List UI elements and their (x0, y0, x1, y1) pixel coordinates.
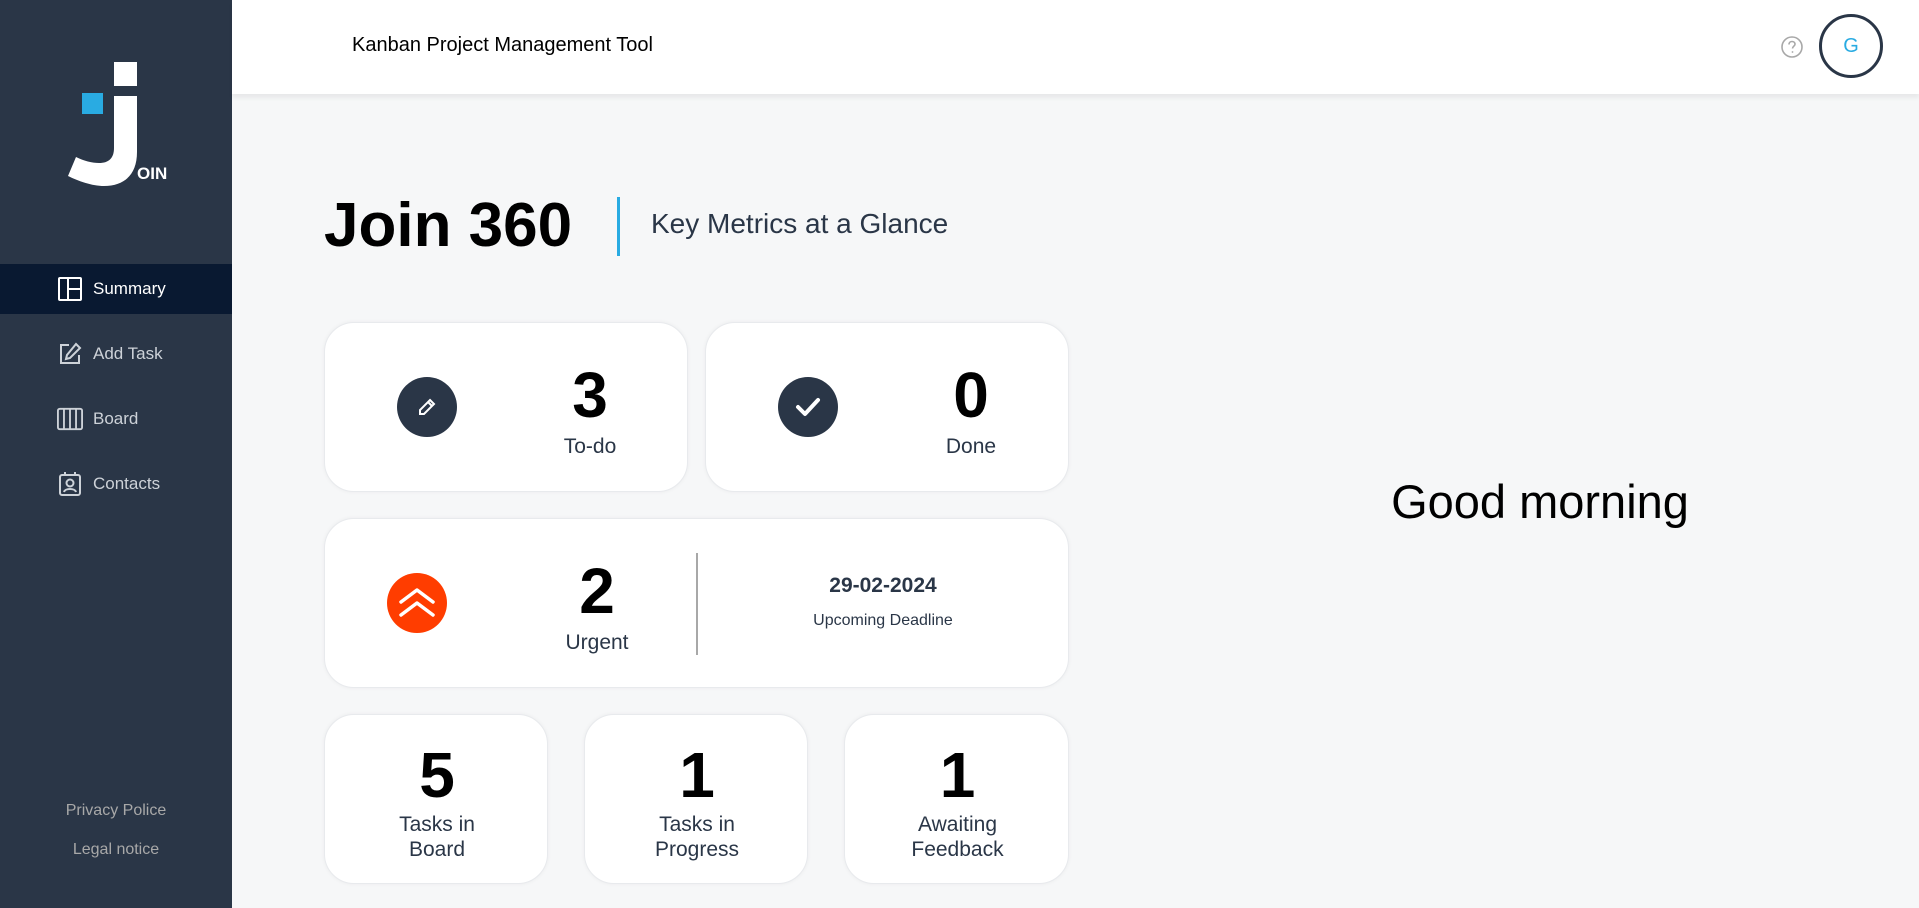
deadline-date: 29-02-2024 (829, 574, 937, 597)
done-label: Done (945, 435, 997, 458)
page-subtitle: Key Metrics at a Glance (651, 208, 949, 239)
urgent-count: 2 (579, 555, 615, 627)
sidebar-item-label: Contacts (93, 474, 161, 493)
deadline-label: Upcoming Deadline (813, 612, 953, 629)
avatar-initial: G (1843, 34, 1859, 57)
contacts-icon (59, 472, 81, 496)
sidebar-item-label: Board (93, 409, 139, 428)
feedback-count: 1 (939, 739, 976, 811)
tasks-in-progress-card[interactable]: 1 Tasks in Progress (584, 714, 808, 884)
todo-label: To-do (563, 435, 617, 458)
user-avatar[interactable]: G (1819, 14, 1883, 78)
greeting-text: Good morning (1391, 475, 1689, 528)
logo-text: OIN (137, 164, 168, 183)
double-chevron-up-icon (387, 573, 447, 633)
top-header: Kanban Project Management Tool G (232, 0, 1919, 94)
page-title: Join 360 (324, 191, 573, 260)
awaiting-feedback-card[interactable]: 1 Awaiting Feedback (844, 714, 1069, 884)
board-label-line2: Board (408, 838, 466, 861)
join-logo[interactable]: OIN (64, 60, 168, 188)
sidebar-item-contacts[interactable]: Contacts (0, 459, 232, 509)
sidebar-item-add-task[interactable]: Add Task (0, 329, 232, 379)
progress-label-line1: Tasks in (659, 813, 735, 836)
todo-card[interactable]: 3 To-do (324, 322, 688, 492)
question-circle-icon[interactable] (1780, 35, 1804, 59)
checkmark-icon (778, 377, 838, 437)
progress-count: 1 (679, 739, 715, 811)
progress-label-line2: Progress (654, 838, 740, 861)
sidebar: OIN Summary Add Task Board Contacts Priv… (0, 0, 232, 908)
sidebar-nav: Summary Add Task Board Contacts (0, 264, 232, 524)
sidebar-item-label: Summary (93, 279, 166, 298)
add-task-icon (60, 342, 82, 364)
pencil-icon (397, 377, 457, 437)
board-icon (57, 407, 83, 431)
board-count: 5 (419, 739, 455, 811)
sidebar-item-label: Add Task (93, 344, 163, 363)
done-count: 0 (953, 359, 989, 431)
urgent-card[interactable]: 2 Urgent 29-02-2024 Upcoming Deadline (324, 518, 1069, 688)
board-label-line1: Tasks in (399, 813, 475, 836)
title-divider (617, 197, 620, 256)
tasks-in-board-card[interactable]: 5 Tasks in Board (324, 714, 548, 884)
privacy-policy-link[interactable]: Privacy Police (0, 802, 232, 820)
urgent-divider (696, 553, 698, 655)
summary-icon (58, 277, 82, 301)
sidebar-item-board[interactable]: Board (0, 394, 232, 444)
legal-notice-link[interactable]: Legal notice (0, 841, 232, 859)
feedback-label-line2: Feedback (911, 838, 1004, 861)
header-title: Kanban Project Management Tool (352, 34, 653, 56)
done-card[interactable]: 0 Done (705, 322, 1069, 492)
sidebar-item-summary[interactable]: Summary (0, 264, 232, 314)
feedback-label-line1: Awaiting (918, 813, 997, 836)
todo-count: 3 (572, 359, 608, 431)
urgent-label: Urgent (565, 631, 629, 654)
